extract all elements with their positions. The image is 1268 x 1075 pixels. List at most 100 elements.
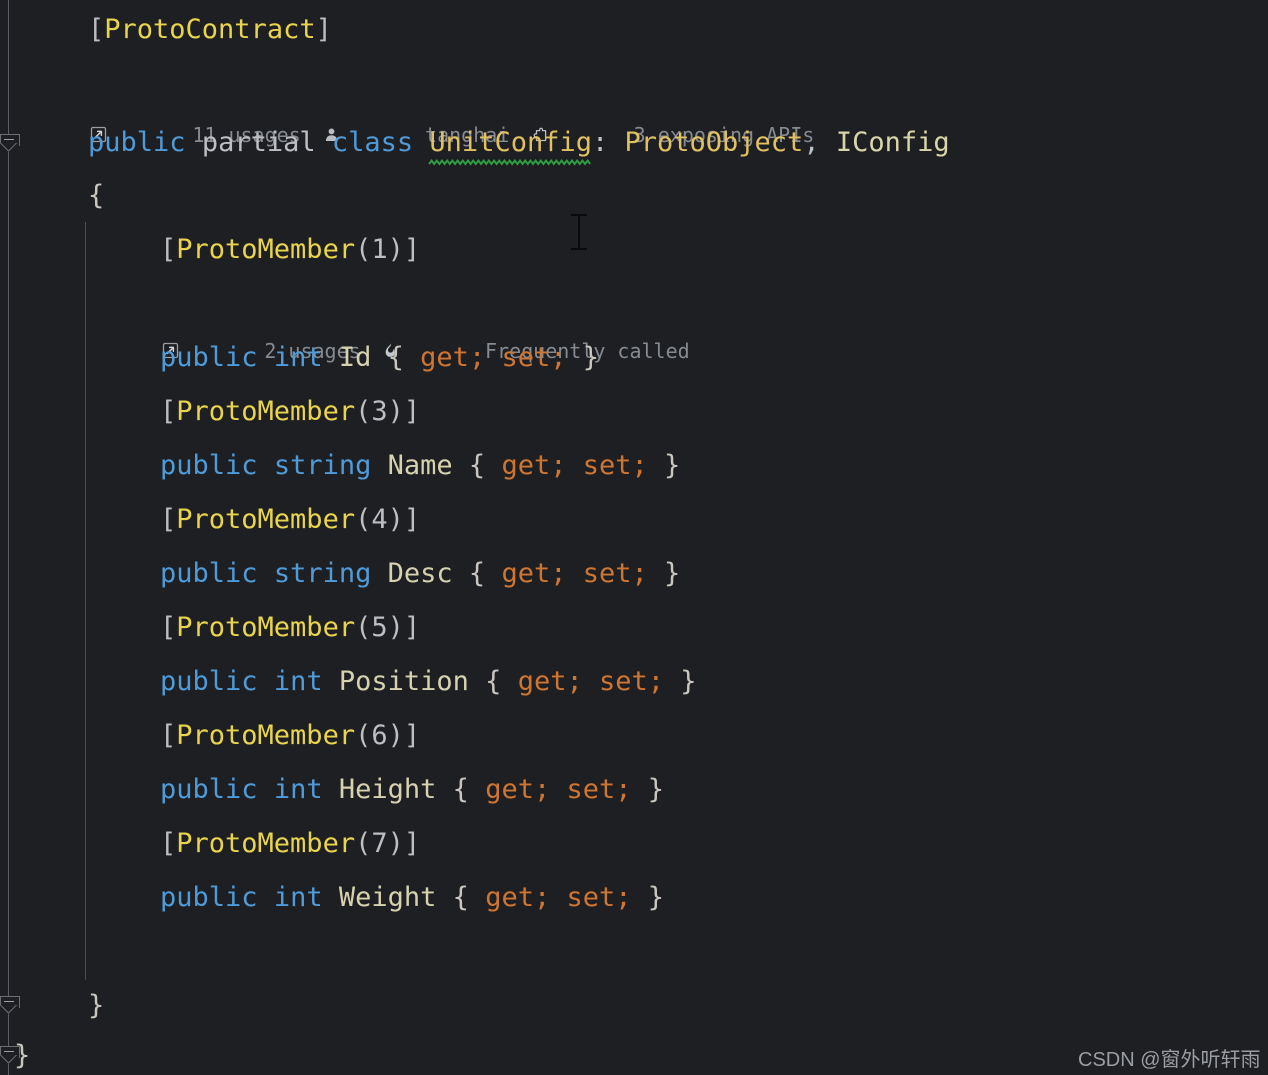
property-position[interactable]: public int Position { get; set; } xyxy=(160,666,697,698)
space-3 xyxy=(413,127,429,158)
attribute-proto-member-6[interactable]: [ProtoMember(6)] xyxy=(160,720,420,752)
prop-open-0: { xyxy=(387,342,404,373)
sp xyxy=(485,558,501,589)
sp xyxy=(258,882,274,913)
prop-getter-1[interactable]: get; xyxy=(501,450,566,481)
prop-close-3: } xyxy=(680,666,697,697)
prop-open-5: { xyxy=(452,882,469,913)
prop-setter-1[interactable]: set; xyxy=(583,450,648,481)
attr-close-5: ] xyxy=(403,828,421,859)
attr-close-1: ] xyxy=(403,396,421,427)
property-height[interactable]: public int Height { get; set; } xyxy=(160,774,664,806)
prop-name-5[interactable]: Weight xyxy=(339,882,437,913)
prop-setter-2[interactable]: set; xyxy=(583,558,648,589)
prop-type-1: string xyxy=(273,450,372,481)
csdn-watermark: CSDN @窗外听轩雨 xyxy=(1078,1049,1261,1071)
sp xyxy=(648,450,664,481)
sp xyxy=(632,774,648,805)
property-name[interactable]: public string Name { get; set; } xyxy=(160,450,680,482)
attr-name-2[interactable]: ProtoMember xyxy=(176,504,355,535)
attribute-proto-member-7[interactable]: [ProtoMember(7)] xyxy=(160,828,420,860)
prop-type-3: int xyxy=(273,666,323,697)
prop-modifier-0: public xyxy=(160,342,258,373)
attr-close-2: ] xyxy=(403,504,421,535)
attribute-proto-contract[interactable]: [ProtoContract] xyxy=(88,14,332,46)
prop-open-3: { xyxy=(485,666,502,697)
prop-name-1[interactable]: Name xyxy=(388,450,453,481)
attribute-proto-member-1[interactable]: [ProtoMember(1)] xyxy=(160,234,420,266)
property-weight[interactable]: public int Weight { get; set; } xyxy=(160,882,664,914)
sp xyxy=(436,882,452,913)
code-folding-rail xyxy=(8,0,9,1075)
mouse-text-cursor xyxy=(571,214,587,250)
attribute-proto-member-3[interactable]: [ProtoMember(3)] xyxy=(160,396,420,428)
prop-setter-0[interactable]: set; xyxy=(501,342,566,373)
sp xyxy=(258,774,274,805)
attribute-proto-member-5[interactable]: [ProtoMember(5)] xyxy=(160,612,420,644)
prop-type-0: int xyxy=(273,342,323,373)
fold-marker-class-end[interactable] xyxy=(0,996,20,1014)
sp xyxy=(501,666,517,697)
prop-getter-3[interactable]: get; xyxy=(518,666,583,697)
prop-setter-5[interactable]: set; xyxy=(567,882,632,913)
sp xyxy=(323,774,339,805)
attribute-proto-member-4[interactable]: [ProtoMember(4)] xyxy=(160,504,420,536)
prop-setter-3[interactable]: set; xyxy=(599,666,664,697)
attr-name-1[interactable]: ProtoMember xyxy=(176,396,355,427)
prop-open-4: { xyxy=(452,774,469,805)
prop-type-4: int xyxy=(273,774,323,805)
prop-name-2[interactable]: Desc xyxy=(388,558,453,589)
prop-modifier-5: public xyxy=(160,882,258,913)
prop-type-2: string xyxy=(273,558,372,589)
class-declaration-line[interactable]: public partial class UnitConfig : ProtoO… xyxy=(88,127,950,166)
class-comma: , xyxy=(803,127,836,158)
prop-name-4[interactable]: Height xyxy=(339,774,437,805)
prop-name-3[interactable]: Position xyxy=(339,666,469,697)
attribute-name[interactable]: ProtoContract xyxy=(104,14,315,45)
sp xyxy=(550,774,566,805)
prop-type-5: int xyxy=(273,882,323,913)
sp xyxy=(469,666,485,697)
property-id[interactable]: public int Id { get; set; } xyxy=(160,342,599,374)
fold-marker-class[interactable] xyxy=(0,134,20,152)
sp xyxy=(323,342,339,373)
attr-name-5[interactable]: ProtoMember xyxy=(176,828,355,859)
sp xyxy=(664,666,680,697)
prop-close-1: } xyxy=(664,450,681,481)
prop-getter-5[interactable]: get; xyxy=(485,882,550,913)
property-desc[interactable]: public string Desc { get; set; } xyxy=(160,558,680,590)
prop-getter-4[interactable]: get; xyxy=(485,774,550,805)
namespace-close-brace: } xyxy=(14,1040,31,1071)
error-squiggle-underline xyxy=(428,159,592,166)
prop-name-0[interactable]: Id xyxy=(339,342,372,373)
attr-open-0: [ xyxy=(160,234,177,265)
sp xyxy=(632,882,648,913)
class-name-unitconfig[interactable]: UnitConfig xyxy=(428,127,592,166)
space-2 xyxy=(316,127,332,158)
attr-name-0[interactable]: ProtoMember xyxy=(176,234,355,265)
interface-iconfig[interactable]: IConfig xyxy=(836,127,950,158)
attribute-open-bracket: [ xyxy=(88,14,105,45)
prop-setter-4[interactable]: set; xyxy=(567,774,632,805)
attr-name-3[interactable]: ProtoMember xyxy=(176,612,355,643)
attr-name-4[interactable]: ProtoMember xyxy=(176,720,355,751)
base-class-protoobject[interactable]: ProtoObject xyxy=(625,127,804,158)
sp xyxy=(371,342,387,373)
sp xyxy=(485,342,501,373)
sp xyxy=(371,450,387,481)
class-name-text: UnitConfig xyxy=(429,127,592,158)
sp xyxy=(583,666,599,697)
prop-getter-2[interactable]: get; xyxy=(501,558,566,589)
prop-close-5: } xyxy=(647,882,665,913)
attribute-close-bracket: ] xyxy=(315,14,332,45)
sp xyxy=(323,666,339,697)
attr-open-2: [ xyxy=(160,504,177,535)
attr-args-1: (3) xyxy=(355,396,404,427)
attr-args-3: (5) xyxy=(355,612,404,643)
attr-open-5: [ xyxy=(160,828,177,859)
sp xyxy=(550,882,566,913)
keyword-public: public xyxy=(88,127,186,158)
attr-close-0: ] xyxy=(403,234,421,265)
sp xyxy=(258,558,274,589)
prop-getter-0[interactable]: get; xyxy=(420,342,485,373)
